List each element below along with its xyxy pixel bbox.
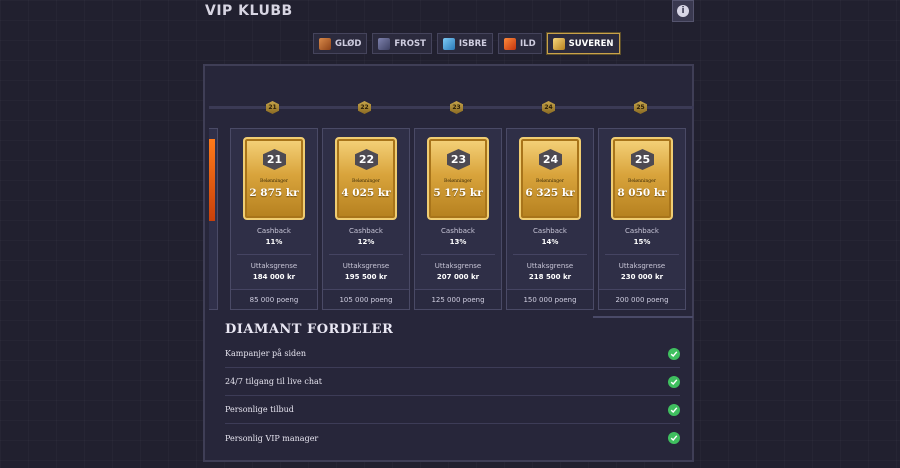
benefit-item: 24/7 tilgang til live chat [225,368,680,396]
level-badge: 21 [263,149,286,170]
level-node: 21 [266,101,279,114]
limit-label: Uttaksgrense [434,262,482,270]
tab-isbre[interactable]: ISBRE [436,33,493,54]
benefit-item: Kampanjer på siden [225,340,680,368]
tier-tabs: GLØD FROST ISBRE ILD SUVEREN [313,32,621,55]
isbre-gem-icon [442,37,455,50]
limit-value: 218 500 kr [528,273,572,281]
level-card[interactable]: 21 Belønninger 2 875 kr Cashback 11% Utt… [230,128,318,310]
reward-label: Belønninger [536,179,564,184]
points-value: 200 000 poeng [599,289,685,309]
reward-value: 8 050 kr [617,187,667,199]
reward-value: 6 325 kr [525,187,575,199]
reward-value: 2 875 kr [249,187,299,199]
tab-suveren[interactable]: SUVEREN [545,32,621,55]
reward-label: Belønninger [352,179,380,184]
limit-label: Uttaksgrense [250,262,298,270]
benefit-label: Personlige tilbud [225,405,294,414]
benefits-title: DIAMANT FORDELER [225,322,394,337]
gold-chest-icon: 23 Belønninger 5 175 kr [427,137,489,220]
tab-label: GLØD [335,38,362,49]
info-button[interactable]: i [672,0,694,22]
check-icon [668,375,680,388]
reward-label: Belønninger [444,179,472,184]
cashback-value: 12% [357,238,375,246]
reward-label: Belønninger [260,179,288,184]
vip-levels-panel: 21 22 23 24 25 21 Belønninger 2 875 kr C… [203,64,694,462]
cashback-value: 13% [449,238,467,246]
points-value: 150 000 poeng [507,289,593,309]
cashback-label: Cashback [533,227,567,235]
benefit-label: Personlig VIP manager [225,433,319,443]
gold-chest-icon: 22 Belønninger 4 025 kr [335,137,397,220]
level-node: 24 [542,101,555,114]
cashback-label: Cashback [441,227,475,235]
tab-label: SUVEREN [568,38,614,49]
tab-label: ILD [520,38,536,49]
gold-chest-icon: 25 Belønninger 8 050 kr [611,137,673,220]
page-title: VIP KLUBB [205,3,293,19]
tab-label: ISBRE [458,38,487,49]
reward-value: 5 175 kr [433,187,483,199]
limit-label: Uttaksgrense [618,262,666,270]
gold-chest-icon: 24 Belønninger 6 325 kr [519,137,581,220]
cashback-value: 14% [541,238,559,246]
level-node: 22 [358,101,371,114]
level-badge: 22 [355,149,378,170]
glod-gem-icon [319,37,331,50]
benefit-label: Kampanjer på siden [225,349,307,358]
reward-value: 4 025 kr [341,187,391,199]
level-card[interactable]: 25 Belønninger 8 050 kr Cashback 15% Utt… [598,128,686,310]
cashback-label: Cashback [349,227,383,235]
limit-value: 184 000 kr [252,273,296,281]
cashback-value: 15% [633,238,651,246]
reward-label: Belønninger [628,179,656,184]
level-card[interactable]: 23 Belønninger 5 175 kr Cashback 13% Utt… [414,128,502,310]
previous-level-card [209,128,218,310]
points-value: 125 000 poeng [415,289,501,309]
tab-label: FROST [394,38,426,49]
ild-gem-icon [504,37,516,50]
level-badge: 24 [539,149,562,170]
limit-value: 230 000 kr [620,273,664,281]
limit-label: Uttaksgrense [342,262,390,270]
cashback-label: Cashback [257,227,291,235]
level-badge: 23 [447,149,470,170]
points-value: 105 000 poeng [323,289,409,309]
carousel-scrollbar[interactable] [593,316,693,318]
gold-chest-icon: 21 Belønninger 2 875 kr [243,137,305,220]
tab-frost[interactable]: FROST [372,33,432,54]
limit-value: 195 500 kr [344,273,388,281]
tab-ild[interactable]: ILD [498,33,542,54]
limit-value: 207 000 kr [436,273,480,281]
level-node: 25 [634,101,647,114]
level-badge: 25 [631,149,654,170]
info-icon: i [677,5,689,17]
limit-label: Uttaksgrense [526,262,574,270]
points-value: 85 000 poeng [231,289,317,309]
level-node: 23 [450,101,463,114]
check-icon [668,403,680,416]
benefit-item: Personlig VIP manager [225,424,680,452]
frost-gem-icon [378,37,391,50]
cashback-value: 11% [265,238,283,246]
benefit-item: Personlige tilbud [225,396,680,424]
level-card[interactable]: 24 Belønninger 6 325 kr Cashback 14% Utt… [506,128,594,310]
level-card[interactable]: 22 Belønninger 4 025 kr Cashback 12% Utt… [322,128,410,310]
cashback-label: Cashback [625,227,659,235]
check-icon [668,432,680,444]
check-icon [668,347,680,360]
tab-glod[interactable]: GLØD [313,33,368,54]
benefit-label: 24/7 tilgang til live chat [225,377,322,386]
suveren-gem-icon [552,37,565,50]
